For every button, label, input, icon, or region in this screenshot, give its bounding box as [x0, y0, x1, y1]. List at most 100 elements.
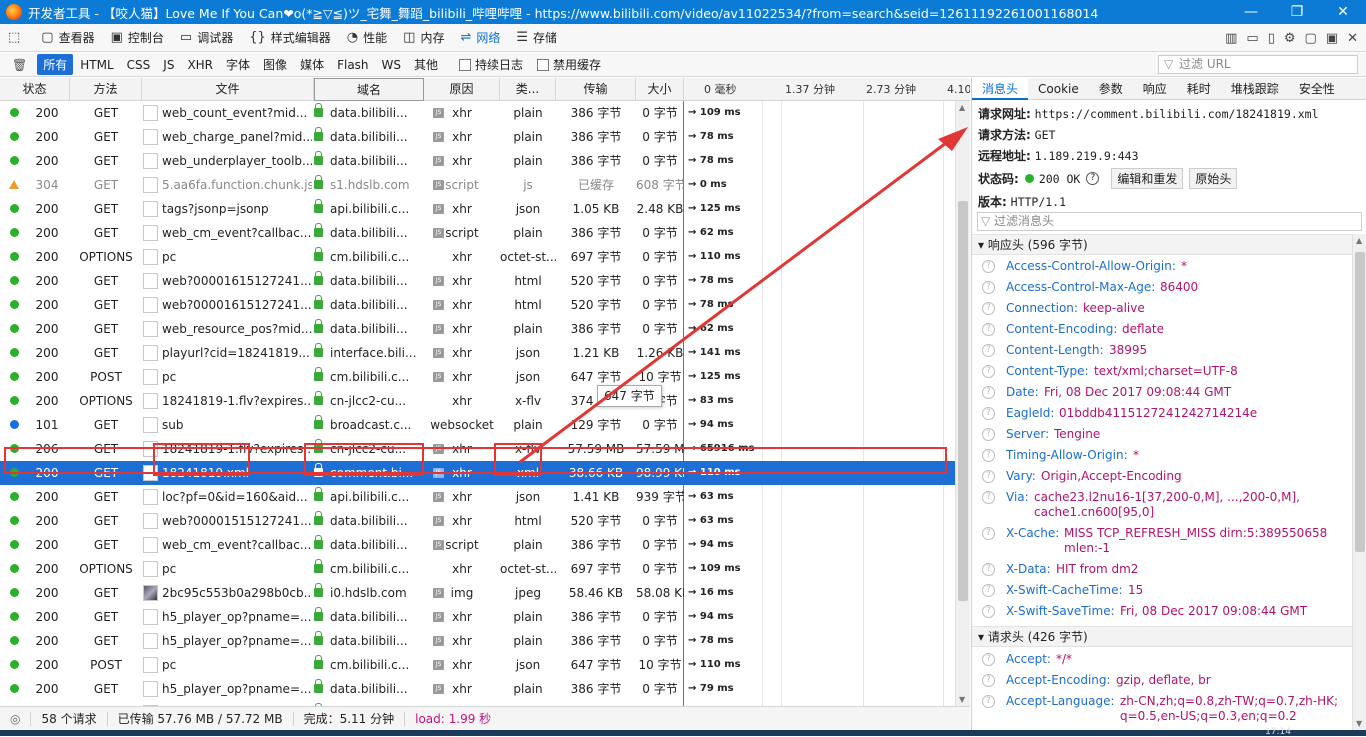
network-request-row[interactable]: JS 200 GET h5_player_op?pname=... data.bilib…	[0, 677, 955, 701]
network-request-row[interactable]: JS 200 GET playurl?cid=18241819... interface…	[0, 341, 955, 365]
col-status[interactable]: 状态	[0, 78, 70, 101]
url-filter-input[interactable]: ▽ 过滤 URL	[1158, 55, 1358, 74]
network-request-row[interactable]: JS 200 POST pc cm.bilibili.c... xhr json 647 字节…	[0, 365, 955, 389]
disable-cache-checkbox[interactable]: 禁用缓存	[537, 56, 601, 73]
help-icon[interactable]: ?	[982, 260, 995, 273]
detail-tab-2[interactable]: 参数	[1089, 78, 1133, 100]
help-icon[interactable]: ?	[982, 470, 995, 483]
toolbar-right-icon[interactable]: ▣	[1326, 31, 1338, 46]
col-cause[interactable]: 原因	[424, 78, 500, 101]
clear-log-icon[interactable]: 🗑	[6, 56, 33, 74]
network-request-row[interactable]: JS 200 GET h5_player_op?pname=... data.bilib…	[0, 605, 955, 629]
help-icon[interactable]: ?	[982, 653, 995, 666]
detail-tab-1[interactable]: Cookie	[1028, 78, 1089, 100]
network-request-row[interactable]: JS 200 GET 2bc95c553b0a298b0cb... i0.hdslb.c…	[0, 581, 955, 605]
maximize-button[interactable]: ❐	[1274, 4, 1320, 20]
col-size[interactable]: 大小	[636, 78, 684, 101]
tab-3[interactable]: {} 样式编辑器	[241, 24, 339, 52]
persist-log-checkbox[interactable]: 持续日志	[459, 56, 523, 73]
help-icon[interactable]: ?	[982, 281, 995, 294]
filter-type-5[interactable]: 字体	[220, 54, 256, 75]
network-request-row[interactable]: 200 OPTIONS 18241819-1.flv?expires... cn-jl…	[0, 389, 955, 413]
network-request-row[interactable]: JS 200 GET loc?pf=0&id=160&aid... api.bilibi…	[0, 485, 955, 509]
network-request-row[interactable]: 101 GET sub broadcast.c... websocket plain 129…	[0, 413, 955, 437]
toolbar-right-icon[interactable]: ⚙	[1284, 31, 1296, 46]
network-request-row[interactable]: JS 200 GET web_charge_panel?mid... data.bili…	[0, 125, 955, 149]
filter-type-1[interactable]: HTML	[74, 56, 119, 74]
network-scrollbar[interactable]: ▲ ▼	[955, 101, 970, 706]
request-headers-toggle[interactable]: ▾ 请求头 (426 字节)	[972, 626, 1352, 647]
detail-tab-5[interactable]: 堆栈跟踪	[1221, 78, 1289, 100]
help-icon[interactable]: ?	[982, 674, 995, 687]
network-request-row[interactable]: JS 200 GET h5_player_op?pname=... data.bilib…	[0, 629, 955, 653]
filter-type-3[interactable]: JS	[157, 56, 180, 74]
detail-tab-3[interactable]: 响应	[1133, 78, 1177, 100]
help-icon[interactable]: ?	[982, 386, 995, 399]
network-request-row[interactable]: JS200GETweb_cm_event?callbac...data.bili…	[0, 221, 955, 245]
help-icon[interactable]: ?	[982, 428, 995, 441]
network-request-row[interactable]: JS 200 GET web_count_event?mid... data.bilib…	[0, 101, 955, 125]
minimize-button[interactable]: —	[1228, 4, 1274, 20]
help-icon[interactable]: ?	[1086, 172, 1100, 185]
help-icon[interactable]: ?	[982, 491, 995, 504]
filter-type-10[interactable]: 其他	[408, 54, 444, 75]
network-request-row[interactable]: JS 200 GET web_resource_pos?mid... data.bili…	[0, 317, 955, 341]
help-icon[interactable]: ?	[982, 563, 995, 576]
network-request-row[interactable]: JS 200 GET web_underplayer_toolb... data.bil…	[0, 149, 955, 173]
tab-2[interactable]: ▭ 调试器	[172, 24, 241, 52]
network-request-row[interactable]: JS 200 POST pc cm.bilibili.c... xhr json 647 字节…	[0, 653, 955, 677]
toolbar-right-icon[interactable]: ▢	[1305, 31, 1317, 46]
col-file[interactable]: 文件	[142, 78, 314, 101]
help-icon[interactable]: ?	[982, 584, 995, 597]
network-request-row[interactable]: JS 304 GET 5.aa6fa.function.chunk.js s1.hdsl…	[0, 173, 955, 197]
network-request-row[interactable]: 200 OPTIONS pc cm.bilibili.c... xhr octet-st.…	[0, 245, 955, 269]
element-picker-button[interactable]: ⬚	[0, 24, 33, 52]
filter-type-0[interactable]: 所有	[37, 54, 74, 75]
toolbar-right-icon[interactable]: ▥	[1225, 31, 1237, 46]
detail-tab-4[interactable]: 耗时	[1177, 78, 1221, 100]
tab-1[interactable]: ▣ 控制台	[103, 24, 172, 52]
filter-type-2[interactable]: CSS	[121, 56, 157, 74]
col-domain[interactable]: 域名	[314, 78, 424, 101]
tab-6[interactable]: ⇌ 网络	[452, 24, 508, 52]
tab-5[interactable]: ◫ 内存	[395, 24, 452, 52]
close-button[interactable]: ✕	[1320, 4, 1366, 20]
help-icon[interactable]: ?	[982, 302, 995, 315]
raw-headers-button[interactable]: 原始头	[1189, 168, 1238, 189]
detail-tab-0[interactable]: 消息头	[972, 78, 1029, 100]
filter-type-4[interactable]: XHR	[181, 56, 219, 74]
filter-type-8[interactable]: Flash	[331, 56, 374, 74]
performance-icon[interactable]: ◎	[0, 711, 32, 726]
help-icon[interactable]: ?	[982, 344, 995, 357]
edit-resend-button[interactable]: 编辑和重发	[1111, 168, 1184, 189]
filter-type-9[interactable]: WS	[376, 56, 407, 74]
col-transferred[interactable]: 传输	[556, 78, 636, 101]
header-filter-input[interactable]: ▽ 过滤消息头	[977, 212, 1362, 231]
filter-type-6[interactable]: 图像	[257, 54, 293, 75]
toolbar-right-icon[interactable]: ✕	[1347, 31, 1358, 46]
detail-tab-6[interactable]: 安全性	[1289, 78, 1345, 100]
col-type[interactable]: 类...	[500, 78, 556, 101]
network-request-row[interactable]: 200 OPTIONS pc cm.bilibili.c... xhr octet-st.…	[0, 557, 955, 581]
filter-type-7[interactable]: 媒体	[294, 54, 330, 75]
detail-scrollbar[interactable]: ▲ ▼	[1352, 234, 1366, 730]
network-request-row[interactable]: JS200GETweb_cm_event?callbac...data.bili…	[0, 533, 955, 557]
tab-0[interactable]: ▢ 查看器	[33, 24, 102, 52]
help-icon[interactable]: ?	[982, 323, 995, 336]
toolbar-right-icon[interactable]: ▭	[1246, 31, 1258, 46]
network-request-row[interactable]: JS 200 GET web?00001515127241... data.bilibi…	[0, 509, 955, 533]
tab-7[interactable]: ☰ 存储	[508, 24, 565, 52]
col-method[interactable]: 方法	[70, 78, 142, 101]
help-icon[interactable]: ?	[982, 365, 995, 378]
network-request-row[interactable]: JS 200 GET web?00001615127241... data.bilibi…	[0, 293, 955, 317]
response-headers-toggle[interactable]: ▾ 响应头 (596 字节)	[972, 234, 1352, 255]
help-icon[interactable]: ?	[982, 407, 995, 420]
tab-4[interactable]: ◔ 性能	[339, 24, 395, 52]
help-icon[interactable]: ?	[982, 527, 995, 540]
help-icon[interactable]: ?	[982, 605, 995, 618]
request-url[interactable]: https://comment.bilibili.com/18241819.xm…	[1035, 107, 1319, 121]
network-request-row[interactable]: JS 200 GET tags?jsonp=jsonp api.bilibili.c..…	[0, 197, 955, 221]
network-request-row[interactable]: JS 200 GET web?00001615127241... data.bilibi…	[0, 269, 955, 293]
help-icon[interactable]: ?	[982, 695, 995, 708]
help-icon[interactable]: ?	[982, 449, 995, 462]
